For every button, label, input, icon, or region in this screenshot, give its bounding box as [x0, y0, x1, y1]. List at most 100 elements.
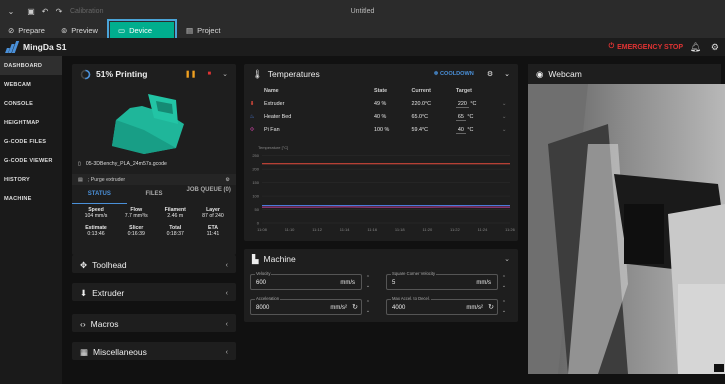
velocity-field[interactable]: Velocity 600 mm/s	[250, 271, 362, 290]
thermometer-icon: 🌡︎	[252, 68, 263, 79]
temp-target-field[interactable]: 220 °C	[452, 97, 498, 110]
field-unit: mm/s	[340, 280, 355, 286]
acceleration-field[interactable]: Acceleration 8000 mm/s² ↻	[250, 296, 362, 315]
tab-label: Project	[197, 25, 221, 35]
tab-job-queue[interactable]: JOB QUEUE (0)	[181, 186, 236, 204]
device-icon: ▭	[117, 25, 126, 35]
panel-title: Extruder	[92, 288, 125, 298]
misc-panel[interactable]: ▦ Miscellaneous ‹	[72, 342, 236, 360]
tab-device[interactable]: ▭ Device	[106, 19, 177, 41]
sidebar-item-gcode-files[interactable]: G-CODE FILES	[0, 132, 62, 151]
window-title: Untitled	[350, 7, 375, 15]
temperatures-card: 🌡︎ Temperatures ❄ COOLDOWN ⚙ ⌄ Name Stat…	[244, 64, 518, 241]
reset-icon[interactable]: ↻	[488, 303, 494, 311]
temperatures-title: Temperatures	[267, 69, 320, 79]
temp-current: 220.0°C	[411, 100, 432, 107]
tab-preview[interactable]: ⊚ Preview	[53, 22, 106, 38]
notification-bell-icon[interactable]: 🔔︎	[690, 42, 701, 53]
machine-header: ▙ Machine ⌄	[244, 249, 518, 269]
dropdown-icon[interactable]: ⌄	[498, 97, 518, 110]
square-corner-velocity-field[interactable]: Square Corner Velocity 5 mm/s	[386, 271, 498, 290]
tab-project[interactable]: ▤ Project	[178, 22, 228, 38]
undo-icon[interactable]: ↶	[38, 7, 52, 16]
col-header: Name	[264, 87, 279, 94]
tab-label: FILES	[145, 191, 163, 197]
x-tick-label: 11:20	[422, 227, 432, 232]
tab-files[interactable]: FILES	[127, 186, 182, 204]
stop-button[interactable]: ■	[208, 71, 212, 77]
heater-bed-icon: ♨	[249, 113, 255, 120]
emergency-stop-button[interactable]: ⏻ EMERGENCY STOP	[609, 43, 683, 51]
note-settings-icon[interactable]: ⚙	[225, 177, 230, 183]
field-value: 4000	[392, 305, 406, 311]
x-tick-label: 11:14	[340, 227, 350, 232]
panel-title: Macros	[90, 319, 119, 329]
acceleration-stepper[interactable]: ⌃ ⌄	[364, 299, 372, 315]
dropdown-icon[interactable]: ⌄	[498, 123, 518, 136]
collapse-chevron-icon[interactable]: ⌄	[222, 70, 228, 78]
redo-icon[interactable]: ↷	[52, 7, 66, 16]
cooldown-button[interactable]: ❄ COOLDOWN	[434, 71, 474, 77]
pause-button[interactable]: ❚❚	[185, 70, 197, 78]
temp-target-field[interactable]: 40 °C	[452, 123, 498, 136]
sidebar-item-history[interactable]: HISTORY	[0, 170, 62, 189]
sidebar-item-gcode-viewer[interactable]: G-CODE VIEWER	[0, 151, 62, 170]
title-bar: ⌄ ▣ ↶ ↷ Calibration Untitled	[0, 0, 725, 22]
field-label: Square Corner Velocity	[391, 271, 437, 276]
field-value: 8000	[256, 305, 270, 311]
menu-chevron-icon[interactable]: ⌄	[4, 7, 18, 16]
x-tick-label: 11:24	[478, 227, 488, 232]
tab-prepare[interactable]: ⊘ Prepare	[0, 22, 53, 38]
temp-row-heater-bed: ♨ Heater Bed 40 % 65.0°C 65 °C ⌄	[244, 110, 518, 123]
temp-target-field[interactable]: 65 °C	[452, 110, 498, 123]
chevron-left-icon: ‹	[225, 320, 228, 328]
comment-icon: ▤	[78, 176, 83, 183]
sidebar-item-machine[interactable]: MACHINE	[0, 189, 62, 208]
collapse-chevron-icon[interactable]: ⌄	[504, 255, 510, 263]
tab-label: JOB QUEUE (0)	[186, 187, 231, 193]
extruder-panel[interactable]: ⬇ Extruder ‹	[72, 283, 236, 301]
print-status-header: 51% Printing ❚❚ ■ ⌄	[72, 64, 236, 84]
sidebar-item-dashboard[interactable]: DASHBOARD	[0, 56, 62, 75]
field-value: 5	[392, 280, 396, 286]
decel-stepper[interactable]: ⌃ ⌄	[500, 299, 508, 315]
x-tick-label: 11:22	[450, 227, 460, 232]
temp-state: 49 %	[374, 100, 387, 107]
temp-header-row: Name State Current Target	[244, 84, 518, 97]
x-tick-label: 11:16	[367, 227, 377, 232]
velocity-stepper[interactable]: ⌃ ⌄	[364, 274, 372, 290]
field-unit: mm/s²	[466, 305, 483, 311]
tab-status[interactable]: STATUS	[72, 186, 127, 204]
stats-label-row: Estimate Slicer Total ETA	[76, 219, 232, 231]
reset-icon[interactable]: ↻	[352, 303, 358, 311]
x-tick-label: 11:12	[312, 227, 322, 232]
temp-settings-icon[interactable]: ⚙	[487, 70, 493, 78]
x-tick-label: 11:10	[285, 227, 295, 232]
x-tick-label: 11:26	[505, 227, 515, 232]
field-unit: mm/s	[476, 280, 491, 286]
dropdown-icon[interactable]: ⌄	[498, 110, 518, 123]
tab-label: Prepare	[18, 25, 45, 35]
toolhead-panel[interactable]: ✥ Toolhead ‹	[72, 255, 236, 273]
sidebar-item-console[interactable]: CONSOLE	[0, 94, 62, 113]
temperature-table: Name State Current Target ⬇ Extruder 49 % …	[244, 84, 518, 136]
sidebar-item-heightmap[interactable]: HEIGHTMAP	[0, 113, 62, 132]
settings-icon[interactable]: ⚙	[711, 42, 719, 53]
target-value: 65	[455, 113, 466, 121]
chevron-left-icon: ‹	[225, 261, 228, 269]
prepare-icon: ⊘	[8, 25, 15, 35]
print-stats-table: Speed Flow Filament Layer 104 mm/s 7.7 mm³/s…	[76, 207, 232, 237]
collapse-chevron-icon[interactable]: ⌄	[504, 70, 510, 78]
save-icon[interactable]: ▣	[24, 7, 38, 16]
scv-stepper[interactable]: ⌃ ⌄	[500, 274, 508, 290]
field-label: Acceleration	[255, 296, 281, 301]
unit: °C	[467, 126, 474, 133]
y-tick-label: 50	[255, 207, 260, 212]
gcode-note-row: ▤ ; Purge extruder ⚙	[72, 174, 236, 185]
sidebar-item-webcam[interactable]: WEBCAM	[0, 75, 62, 94]
max-accel-to-decel-field[interactable]: Max Accel. to Decel. 4000 mm/s² ↻	[386, 296, 498, 315]
target-value: 40	[455, 126, 466, 134]
temp-current: 65.0°C	[411, 113, 429, 120]
y-axis-label: Temperature [°C]	[258, 145, 288, 150]
macros-panel[interactable]: ‹› Macros ‹	[72, 314, 236, 332]
